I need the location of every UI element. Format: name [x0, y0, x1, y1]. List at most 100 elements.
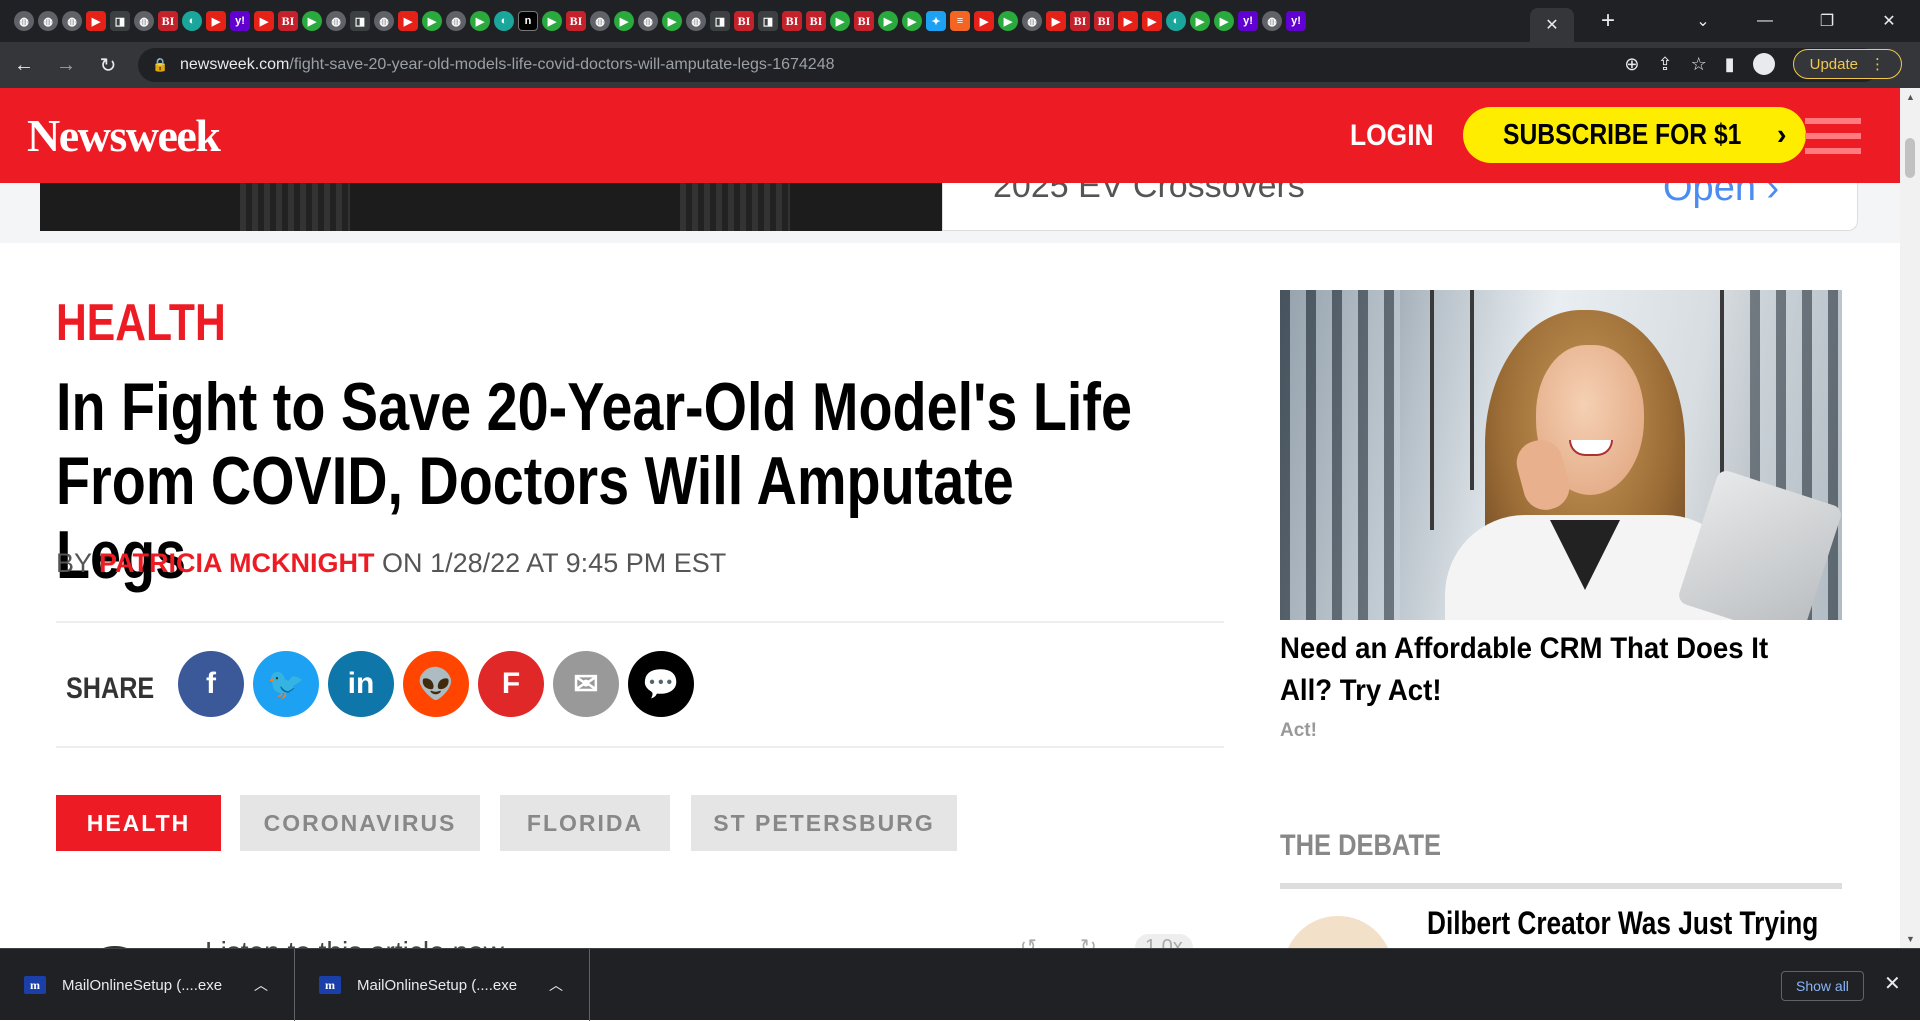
tab-favicon-teal-icon[interactable]: ◐ — [182, 11, 202, 31]
tag-health[interactable]: HEALTH — [56, 795, 221, 851]
scrollbar-thumb[interactable] — [1905, 138, 1915, 178]
article-category[interactable]: HEALTH — [56, 293, 226, 353]
tab-favicon-orange-icon[interactable]: ≡ — [950, 11, 970, 31]
tab-favicon-globe-icon[interactable]: ◍ — [134, 11, 154, 31]
tab-favicon-play-icon[interactable]: ▶ — [614, 11, 634, 31]
login-link[interactable]: LOGIN — [1350, 119, 1434, 153]
tab-favicon-globe-icon[interactable]: ◍ — [446, 11, 466, 31]
tab-favicon-yt-icon[interactable]: ▶ — [1046, 11, 1066, 31]
show-all-downloads-button[interactable]: Show all — [1781, 971, 1864, 1001]
tab-favicon-yahoo-icon[interactable]: y! — [230, 11, 250, 31]
sponsored-ad-source[interactable]: Act! — [1280, 720, 1317, 742]
address-bar[interactable]: 🔒 newsweek.com/fight-save-20-year-old-mo… — [138, 48, 1880, 82]
share-page-icon[interactable]: ⇪ — [1657, 54, 1672, 75]
close-tab-icon[interactable]: ✕ — [1545, 15, 1558, 35]
tab-favicon-bi-icon[interactable]: BI — [1070, 11, 1090, 31]
tab-favicon-play-icon[interactable]: ▶ — [662, 11, 682, 31]
hamburger-menu-icon[interactable] — [1805, 118, 1861, 154]
listen-prompt[interactable]: Listen to this article now — [205, 936, 504, 948]
tab-favicon-play-icon[interactable]: ▶ — [542, 11, 562, 31]
share-linkedin-button[interactable]: in — [328, 651, 394, 717]
subscribe-button[interactable]: SUBSCRIBE FOR $1 › — [1463, 107, 1806, 163]
tab-favicon-dark-icon[interactable]: ◨ — [350, 11, 370, 31]
tab-favicon-play-icon[interactable]: ▶ — [830, 11, 850, 31]
tab-favicon-play-icon[interactable]: ▶ — [302, 11, 322, 31]
tab-favicon-n-icon[interactable]: n — [518, 11, 538, 31]
author-link[interactable]: PATRICIA MCKNIGHT — [99, 548, 374, 578]
tab-favicon-play-icon[interactable]: ▶ — [998, 11, 1018, 31]
tab-favicon-globe-icon[interactable]: ◍ — [686, 11, 706, 31]
tab-favicon-bi-icon[interactable]: BI — [782, 11, 802, 31]
page-scrollbar[interactable]: ▲ ▼ — [1900, 88, 1920, 948]
tag-coronavirus[interactable]: CORONAVIRUS — [240, 795, 480, 851]
close-window-icon[interactable]: ✕ — [1858, 11, 1920, 31]
sponsored-ad-image[interactable] — [1280, 290, 1842, 620]
rewind-icon[interactable]: ↺ — [1020, 934, 1037, 948]
tab-favicon-play-icon[interactable]: ▶ — [902, 11, 922, 31]
tab-favicon-globe-icon[interactable]: ◍ — [638, 11, 658, 31]
profile-icon[interactable] — [1752, 53, 1775, 75]
tab-favicon-yahoo-icon[interactable]: y! — [1238, 11, 1258, 31]
download-item[interactable]: m MailOnlineSetup (....exe ︿ — [295, 949, 590, 1021]
active-tab[interactable]: ✕ — [1530, 8, 1574, 42]
tab-favicon-teal-icon[interactable]: ◐ — [1166, 11, 1186, 31]
top-ad-banner[interactable]: 2025 EV Crossovers Open › — [0, 183, 1900, 243]
back-icon[interactable]: ← — [6, 47, 42, 83]
tab-favicon-play-icon[interactable]: ▶ — [1190, 11, 1210, 31]
tab-favicon-globe-icon[interactable]: ◍ — [14, 11, 34, 31]
restore-icon[interactable]: ❐ — [1796, 11, 1858, 31]
tab-favicon-yt-icon[interactable]: ▶ — [86, 11, 106, 31]
update-button[interactable]: Update ⋮ — [1792, 49, 1902, 79]
debate-author-avatar[interactable] — [1283, 916, 1393, 948]
tab-favicon-yt-icon[interactable]: ▶ — [254, 11, 274, 31]
tab-favicon-bi-icon[interactable]: BI — [566, 11, 586, 31]
tab-favicon-teal-icon[interactable]: ◐ — [494, 11, 514, 31]
share-email-button[interactable]: ✉ — [553, 651, 619, 717]
tab-favicon-play-icon[interactable]: ▶ — [878, 11, 898, 31]
tab-favicon-globe-icon[interactable]: ◍ — [38, 11, 58, 31]
tab-favicon-globe-icon[interactable]: ◍ — [1022, 11, 1042, 31]
tag-florida[interactable]: FLORIDA — [500, 795, 670, 851]
debate-story-link[interactable]: Dilbert Creator Was Just Trying — [1427, 905, 1818, 942]
tab-favicon-play-icon[interactable]: ▶ — [470, 11, 490, 31]
tab-favicon-dark-icon[interactable]: ◨ — [110, 11, 130, 31]
tab-favicon-play-icon[interactable]: ▶ — [422, 11, 442, 31]
tab-favicon-tw-icon[interactable]: ✦ — [926, 11, 946, 31]
ad-car-image[interactable] — [40, 183, 942, 231]
tab-favicon-globe-icon[interactable]: ◍ — [590, 11, 610, 31]
tab-favicon-bi-icon[interactable]: BI — [854, 11, 874, 31]
ad-open-link[interactable]: Open › — [1663, 183, 1779, 210]
new-tab-button[interactable]: + — [1594, 7, 1622, 35]
tab-favicon-globe-icon[interactable]: ◍ — [374, 11, 394, 31]
bookmark-star-icon[interactable]: ☆ — [1691, 54, 1707, 75]
tab-favicon-play-icon[interactable]: ▶ — [1214, 11, 1234, 31]
share-comments-button[interactable]: 💬 — [628, 651, 694, 717]
tab-favicon-bi-icon[interactable]: BI — [806, 11, 826, 31]
tab-favicon-globe-icon[interactable]: ◍ — [1262, 11, 1282, 31]
ad-text-panel[interactable]: 2025 EV Crossovers Open › — [942, 183, 1858, 231]
share-facebook-button[interactable]: f — [178, 651, 244, 717]
sponsored-ad-title[interactable]: Need an Affordable CRM That Does It All?… — [1280, 628, 1795, 712]
tab-favicon-yahoo-icon[interactable]: y! — [1286, 11, 1306, 31]
forward-icon[interactable]: → — [48, 47, 84, 83]
tab-favicon-globe-icon[interactable]: ◍ — [326, 11, 346, 31]
tab-favicon-bi-icon[interactable]: BI — [734, 11, 754, 31]
download-item[interactable]: m MailOnlineSetup (....exe ︿ — [0, 949, 295, 1021]
forward-skip-icon[interactable]: ↻ — [1080, 934, 1097, 948]
tab-favicon-dark-icon[interactable]: ◨ — [758, 11, 778, 31]
chevron-up-icon[interactable]: ︿ — [254, 975, 268, 995]
playback-speed[interactable]: 1.0x — [1135, 934, 1193, 948]
share-reddit-button[interactable]: 👽 — [403, 651, 469, 717]
tab-favicon-yt-icon[interactable]: ▶ — [398, 11, 418, 31]
url-text[interactable]: newsweek.com/fight-save-20-year-old-mode… — [180, 56, 835, 74]
zoom-icon[interactable]: ⊕ — [1624, 54, 1639, 75]
tab-favicon-yt-icon[interactable]: ▶ — [974, 11, 994, 31]
reload-icon[interactable]: ↻ — [90, 47, 126, 83]
tab-favicon-bi-icon[interactable]: BI — [158, 11, 178, 31]
chevron-up-icon[interactable]: ︿ — [549, 975, 563, 995]
tab-favicon-yt-icon[interactable]: ▶ — [206, 11, 226, 31]
close-download-bar-icon[interactable]: ✕ — [1884, 971, 1901, 996]
tab-favicon-yt-icon[interactable]: ▶ — [1142, 11, 1162, 31]
share-twitter-button[interactable]: 🐦 — [253, 651, 319, 717]
minimize-icon[interactable]: — — [1734, 12, 1796, 30]
